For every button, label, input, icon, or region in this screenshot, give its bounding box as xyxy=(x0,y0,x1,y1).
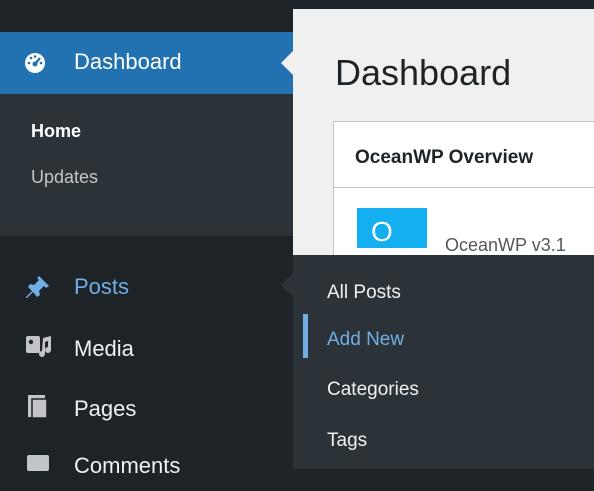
admin-bar-strip xyxy=(293,0,594,9)
sidebar-item-label: Posts xyxy=(74,274,130,299)
pin-icon xyxy=(24,273,52,301)
sidebar-item-posts[interactable]: Posts xyxy=(0,262,293,312)
posts-flyout-menu: All Posts Add New Categories Tags xyxy=(293,255,594,469)
comments-icon xyxy=(24,452,52,480)
flyout-item-categories[interactable]: Categories xyxy=(327,379,419,401)
sidebar-item-label: Dashboard xyxy=(74,49,182,74)
active-item-indicator xyxy=(303,314,308,358)
sidebar-item-media[interactable]: Media xyxy=(0,321,293,371)
sidebar-item-label: Pages xyxy=(74,396,137,421)
dashboard-submenu: Home Updates xyxy=(0,94,293,236)
sidebar-item-label: Media xyxy=(74,336,134,361)
widget-title: OceanWP Overview xyxy=(355,147,534,168)
theme-version: OceanWP v3.1 xyxy=(445,235,566,255)
admin-sidebar: Dashboard Home Updates Posts Media Pages… xyxy=(0,0,294,478)
flyout-item-all-posts[interactable]: All Posts xyxy=(327,282,401,304)
widget-header[interactable]: OceanWP Overview xyxy=(334,122,594,188)
sidebar-item-pages[interactable]: Pages xyxy=(0,381,293,431)
admin-bar-strip xyxy=(0,0,293,32)
media-icon xyxy=(24,332,52,360)
pages-icon xyxy=(24,392,52,420)
submenu-item-updates[interactable]: Updates xyxy=(31,167,98,188)
sidebar-item-label: Comments xyxy=(74,453,181,478)
flyout-pointer xyxy=(281,273,293,297)
oceanwp-logo: O xyxy=(357,208,427,248)
page-title: Dashboard xyxy=(335,52,512,93)
submenu-item-home[interactable]: Home xyxy=(31,121,81,142)
dashboard-gauge-icon xyxy=(24,52,46,74)
sidebar-item-dashboard[interactable]: Dashboard xyxy=(0,32,293,94)
flyout-item-tags[interactable]: Tags xyxy=(327,430,367,452)
flyout-item-add-new[interactable]: Add New xyxy=(327,329,404,351)
sidebar-item-comments[interactable]: Comments xyxy=(0,441,293,491)
main-content: Dashboard OceanWP Overview O OceanWP v3.… xyxy=(293,0,594,283)
logo-letter: O xyxy=(371,216,393,247)
